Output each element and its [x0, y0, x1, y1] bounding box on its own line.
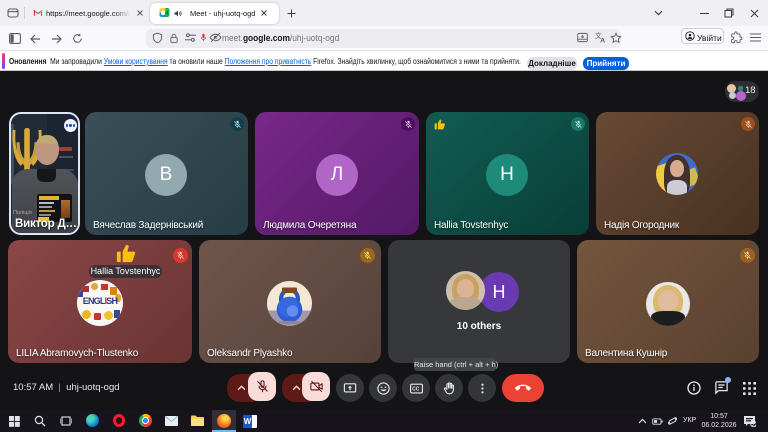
- svg-text:CC: CC: [412, 386, 420, 392]
- svg-text:2: 2: [752, 422, 755, 427]
- svg-text:A: A: [600, 37, 605, 44]
